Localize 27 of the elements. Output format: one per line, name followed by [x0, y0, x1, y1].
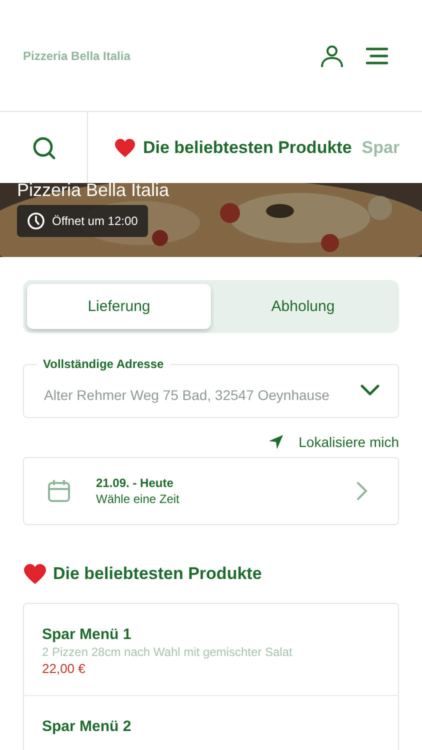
- product-item[interactable]: Spar Menü 1 2 Pizzen 28cm nach Wahl mit gemischter Salat 22,00 €: [24, 604, 398, 696]
- product-price: 22,00 €: [42, 661, 86, 676]
- heart-icon: [23, 563, 47, 585]
- restaurant-name: Pizzeria Bella Italia: [17, 183, 170, 201]
- menu-icon[interactable]: [366, 46, 388, 64]
- chevron-right-icon: [356, 481, 368, 501]
- locate-button[interactable]: Lokalisiere mich: [268, 434, 399, 450]
- product-item[interactable]: Spar Menü 2: [24, 696, 398, 750]
- clock-icon: [27, 212, 45, 230]
- schedule-card[interactable]: 21.09. - Heute Wähle eine Zeit: [23, 457, 399, 525]
- product-name: Spar Menü 1: [42, 626, 132, 643]
- brand-name: Pizzeria Bella Italia: [23, 48, 130, 62]
- search-icon[interactable]: [32, 136, 56, 160]
- category-tab[interactable]: Die beliebtesten Produkte: [114, 138, 352, 158]
- section-title: Die beliebtesten Produkte: [53, 564, 262, 584]
- heart-icon: [114, 138, 136, 158]
- calendar-icon: [47, 479, 71, 503]
- chevron-down-icon[interactable]: [360, 384, 380, 396]
- user-icon[interactable]: [320, 44, 344, 68]
- opening-time: Öffnet um 12:00: [52, 214, 138, 228]
- mode-tab[interactable]: Abholung: [211, 284, 395, 329]
- product-description: 2 Pizzen 28cm nach Wahl mit gemischter Salat: [42, 645, 294, 659]
- product-name: Spar Menü 2: [42, 718, 132, 735]
- date-label: 21.09. - Heute: [96, 476, 174, 490]
- location-arrow-icon: [268, 434, 284, 450]
- time-hint: Wähle eine Zeit: [96, 492, 180, 506]
- mode-tab[interactable]: Lieferung: [27, 284, 211, 329]
